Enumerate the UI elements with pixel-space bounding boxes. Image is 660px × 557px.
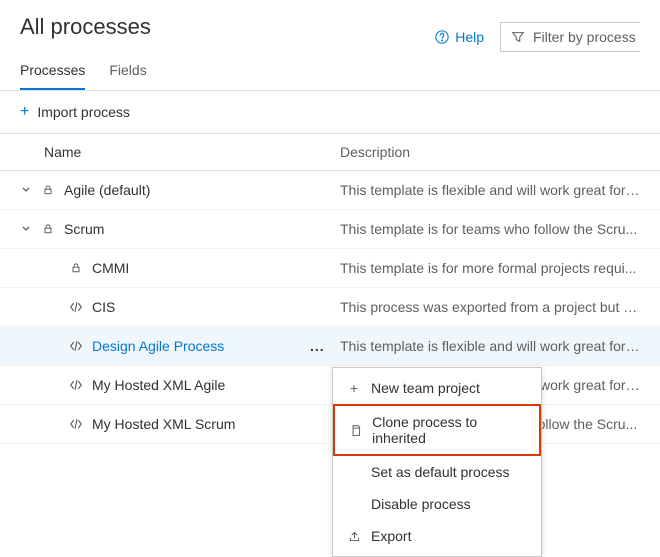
row-name-cell: My Hosted XML Agile	[20, 377, 340, 393]
filter-input[interactable]: Filter by process name	[500, 22, 640, 52]
process-name: Agile (default)	[64, 182, 150, 198]
copy-icon	[349, 424, 362, 437]
table-row[interactable]: Design Agile Process This template is fle…	[0, 327, 660, 366]
chevron-down-icon[interactable]	[20, 224, 32, 234]
menu-set-default[interactable]: Set as default process	[333, 456, 541, 488]
table-row[interactable]: My Hosted XML ScrumThis template is for …	[0, 405, 660, 444]
menu-label: Disable process	[371, 496, 471, 512]
chevron-down-icon[interactable]	[20, 185, 32, 195]
table-row[interactable]: Agile (default) This template is flexible…	[0, 171, 660, 210]
menu-label: Export	[371, 528, 411, 544]
filter-icon	[511, 30, 525, 44]
page-title: All processes	[20, 14, 151, 40]
code-icon	[68, 301, 84, 313]
process-name: My Hosted XML Agile	[92, 377, 225, 393]
help-icon	[435, 30, 449, 44]
tab-fields[interactable]: Fields	[109, 62, 146, 90]
process-description: This process was exported from a project…	[340, 299, 640, 315]
row-name-cell: Agile (default)	[20, 182, 340, 198]
import-label: Import process	[37, 104, 130, 120]
plus-icon: +	[20, 103, 29, 121]
lock-icon	[40, 184, 56, 196]
row-name-cell: CMMI	[20, 260, 340, 276]
process-description: This template is flexible and will work …	[340, 338, 640, 354]
lock-icon	[68, 262, 84, 274]
export-icon	[347, 530, 361, 543]
lock-icon	[40, 223, 56, 235]
table-row[interactable]: Scrum This template is for teams who foll…	[0, 210, 660, 249]
code-icon	[68, 340, 84, 352]
col-name-header[interactable]: Name	[20, 144, 340, 160]
process-description: This template is for more formal project…	[340, 260, 640, 276]
process-description: This template is for teams who follow th…	[340, 221, 640, 237]
filter-placeholder: Filter by process name	[533, 29, 640, 45]
menu-disable-process[interactable]: Disable process	[333, 488, 541, 520]
import-process-button[interactable]: + Import process	[0, 91, 660, 133]
help-link[interactable]: Help	[435, 29, 484, 45]
table-row[interactable]: My Hosted XML AgileThis template is flex…	[0, 366, 660, 405]
context-menu: + New team project Clone process to inhe…	[332, 367, 542, 557]
process-name: CIS	[92, 299, 115, 315]
code-icon	[68, 379, 84, 391]
process-name[interactable]: Design Agile Process	[92, 338, 224, 354]
more-actions-button[interactable]: ...	[310, 338, 325, 354]
process-name: CMMI	[92, 260, 129, 276]
menu-export[interactable]: Export	[333, 520, 541, 552]
row-name-cell: Scrum	[20, 221, 340, 237]
row-name-cell: My Hosted XML Scrum	[20, 416, 340, 432]
menu-label: New team project	[371, 380, 480, 396]
table-row[interactable]: CMMI This template is for more formal pro…	[0, 249, 660, 288]
process-name: Scrum	[64, 221, 104, 237]
menu-label: Set as default process	[371, 464, 510, 480]
tabs: Processes Fields	[0, 52, 660, 91]
table-header: Name Description	[0, 133, 660, 171]
code-icon	[68, 418, 84, 430]
process-name: My Hosted XML Scrum	[92, 416, 235, 432]
row-name-cell: Design Agile Process	[20, 338, 340, 354]
table-row[interactable]: CIS This process was exported from a proj…	[0, 288, 660, 327]
tab-processes[interactable]: Processes	[20, 62, 85, 90]
col-desc-header[interactable]: Description	[340, 144, 640, 160]
row-name-cell: CIS	[20, 299, 340, 315]
menu-label: Clone process to inherited	[372, 414, 525, 446]
menu-new-team-project[interactable]: + New team project	[333, 372, 541, 404]
process-description: This template is flexible and will work …	[340, 182, 640, 198]
menu-clone-process[interactable]: Clone process to inherited	[333, 404, 541, 456]
plus-icon: +	[347, 380, 361, 396]
help-label: Help	[455, 29, 484, 45]
